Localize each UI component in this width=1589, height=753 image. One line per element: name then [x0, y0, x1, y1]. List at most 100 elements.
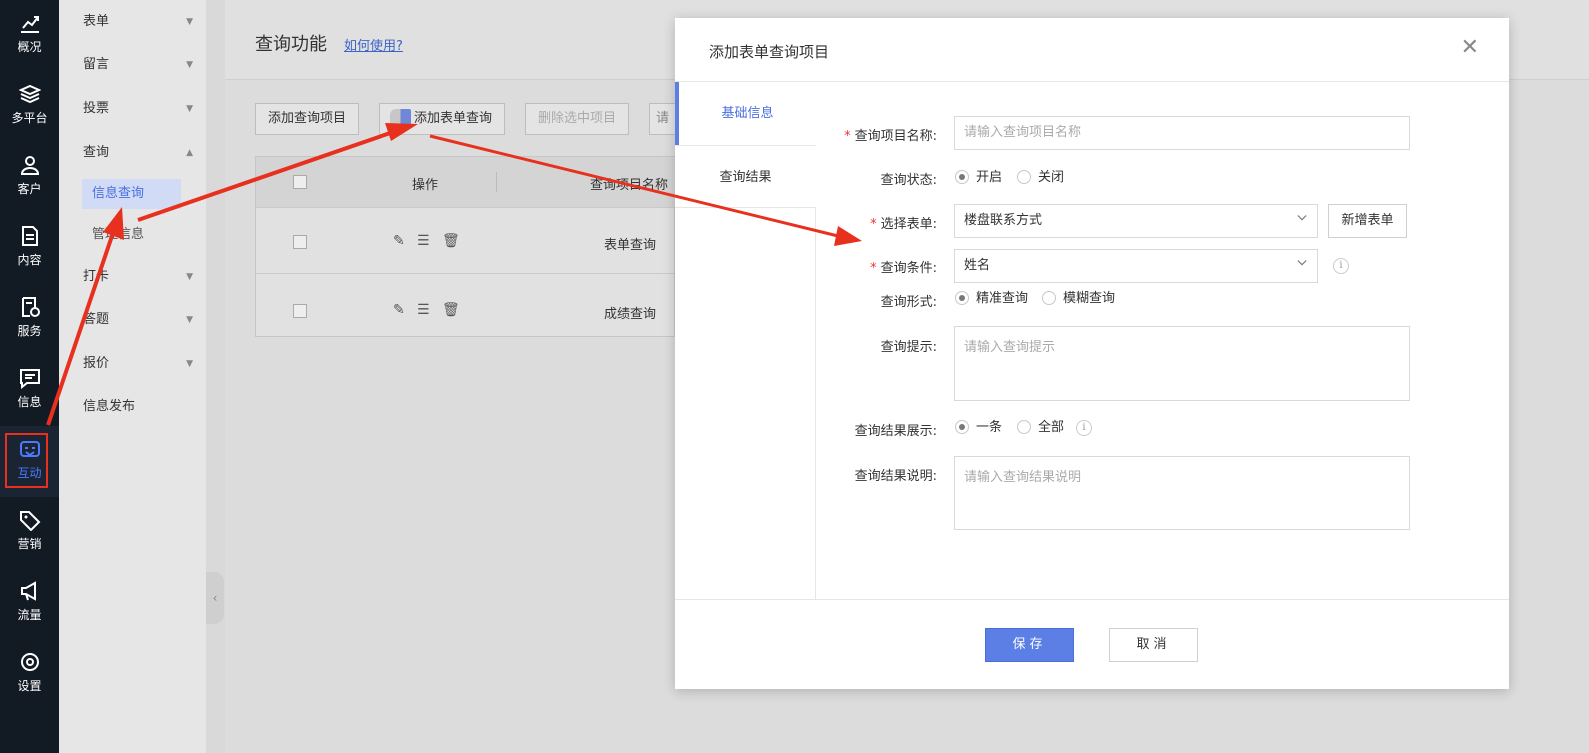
edit-icon[interactable]: ✎: [393, 233, 405, 249]
rail-label: 客户: [17, 182, 42, 196]
new-form-button[interactable]: 新增表单: [1328, 204, 1407, 238]
chevron-down-icon: ▼: [186, 17, 193, 27]
info-icon[interactable]: i: [1076, 420, 1092, 436]
message-icon: [19, 369, 40, 389]
sidebar-subitem-info-query[interactable]: 信息查询: [82, 179, 181, 209]
delete-selected-button[interactable]: 删除选中项目: [525, 103, 629, 135]
row-checkbox[interactable]: [293, 235, 307, 249]
radio-label: 模糊查询: [1063, 291, 1116, 306]
rail-label: 信息: [17, 395, 42, 409]
info-icon[interactable]: i: [1333, 258, 1349, 274]
rail-label: 流量: [17, 608, 42, 622]
sidebar-item-label: 留言: [83, 57, 110, 72]
settings-icon: [20, 653, 39, 671]
dialog-footer: 保存 取消: [675, 599, 1509, 689]
annotation-highlight-box: [5, 433, 48, 488]
display-all-radio[interactable]: 全部: [1017, 420, 1064, 436]
radio-dot: [955, 170, 969, 184]
rail-label: 概况: [17, 40, 42, 54]
delete-icon[interactable]: 🗑: [442, 233, 460, 249]
rail-item-service[interactable]: 服务: [0, 284, 59, 355]
rail-item-customer[interactable]: 客户: [0, 142, 59, 213]
chart-icon: [20, 16, 39, 33]
add-query-item-button[interactable]: 添加查询项目: [255, 103, 359, 135]
chevron-up-icon: ▲: [186, 148, 193, 158]
form-label: * 选择表单:: [675, 213, 937, 232]
rail-item-multiplatform[interactable]: 多平台: [0, 71, 59, 142]
radio-dot: [955, 420, 969, 434]
status-off-radio[interactable]: 关闭: [1017, 170, 1064, 186]
add-form-query-dialog: 添加表单查询项目 ✕ 基础信息 查询结果 * 查询项目名称: 请输入查询项目名称 …: [675, 18, 1509, 689]
rail-label: 服务: [17, 324, 42, 338]
chevron-down-icon: ▼: [186, 60, 193, 70]
rail-label: 内容: [17, 253, 42, 267]
sidebar-item-checkin[interactable]: 打卡 ▼: [83, 266, 193, 288]
detail-icon[interactable]: ☰: [417, 233, 430, 249]
detail-icon[interactable]: ☰: [417, 302, 430, 318]
rail-item-settings[interactable]: 设置: [0, 639, 59, 710]
add-form-query-button[interactable]: 添加表单查询: [379, 103, 505, 135]
row-name: 表单查询: [604, 238, 657, 253]
form-label-text: 选择表单:: [880, 217, 937, 232]
status-on-radio[interactable]: 开启: [955, 170, 1002, 186]
hint-textarea[interactable]: 请输入查询提示: [954, 326, 1410, 401]
display-label: 查询结果展示:: [854, 424, 937, 439]
query-name-input[interactable]: 请输入查询项目名称: [954, 116, 1410, 150]
service-icon: [21, 297, 40, 317]
radio-dot: [1042, 291, 1056, 305]
mode-fuzzy-radio[interactable]: 模糊查询: [1042, 291, 1115, 307]
table-row: ✎ ☰ 🗑 成绩查询: [256, 273, 676, 339]
sidebar-item-label: 报价: [83, 356, 110, 371]
rail-label: 多平台: [11, 111, 48, 125]
document-icon: [21, 226, 38, 246]
sidebar-item-vote[interactable]: 投票 ▼: [83, 98, 193, 120]
condition-select[interactable]: 姓名: [954, 249, 1318, 283]
dialog-title: 添加表单查询项目: [709, 43, 830, 61]
chevron-down-icon: [1297, 260, 1307, 266]
save-button[interactable]: 保存: [985, 628, 1074, 662]
form-select[interactable]: 楼盘联系方式: [954, 204, 1318, 238]
tag-icon: [19, 511, 40, 531]
cancel-button[interactable]: 取消: [1109, 628, 1198, 662]
rail-item-content[interactable]: 内容: [0, 213, 59, 284]
sidebar-subitem-manage-info[interactable]: 管理信息: [82, 220, 181, 250]
rail-item-message[interactable]: 信息: [0, 355, 59, 426]
chevron-left-icon: ‹: [212, 591, 218, 605]
chevron-down-icon: ▼: [186, 272, 193, 282]
rail-label: 设置: [17, 679, 42, 693]
mode-exact-radio[interactable]: 精准查询: [955, 291, 1028, 307]
column-divider: [496, 172, 497, 192]
search-input[interactable]: 请输: [649, 103, 675, 135]
page-title: 查询功能: [255, 34, 327, 55]
condition-label: * 查询条件:: [675, 257, 937, 276]
row-checkbox[interactable]: [293, 304, 307, 318]
edit-icon[interactable]: ✎: [393, 302, 405, 318]
howto-link[interactable]: 如何使用?: [344, 35, 403, 54]
sidebar-item-message[interactable]: 留言 ▼: [83, 54, 193, 76]
radio-label: 关闭: [1038, 170, 1065, 185]
rail-item-traffic[interactable]: 流量: [0, 568, 59, 639]
desc-textarea[interactable]: 请输入查询结果说明: [954, 456, 1410, 530]
select-all-checkbox[interactable]: [293, 175, 307, 189]
sidebar-item-label: 查询: [83, 145, 110, 160]
secondary-sidebar: 表单 ▼ 留言 ▼ 投票 ▼ 查询 ▲ 信息查询 管理信息 打卡 ▼ 答题 ▼ 报价 ▼ 信息…: [59, 0, 206, 753]
user-icon: [20, 156, 39, 175]
sidebar-collapse-handle[interactable]: ‹: [206, 572, 224, 624]
required-mark: *: [844, 129, 851, 144]
sidebar-item-quiz[interactable]: 答题 ▼: [83, 309, 193, 331]
radio-label: 一条: [976, 420, 1003, 435]
sidebar-item-form[interactable]: 表单 ▼: [83, 11, 193, 33]
add-form-query-label: 添加表单查询: [414, 111, 493, 126]
sidebar-item-quote[interactable]: 报价 ▼: [83, 353, 193, 375]
rail-item-marketing[interactable]: 营销: [0, 497, 59, 568]
sidebar-item-query[interactable]: 查询 ▲: [83, 142, 193, 164]
main-nav-rail: 概况 多平台 客户 内容 服务 信息 互动 营销 流量 设置: [0, 0, 59, 753]
rail-item-overview[interactable]: 概况: [0, 0, 59, 71]
chevron-down-icon: ▼: [186, 104, 193, 114]
delete-icon[interactable]: 🗑: [442, 302, 460, 318]
close-icon[interactable]: ✕: [1461, 36, 1479, 60]
sidebar-item-info-publish[interactable]: 信息发布: [83, 396, 193, 418]
sidebar-item-label: 投票: [83, 101, 110, 116]
form-query-icon: [390, 109, 411, 129]
display-one-radio[interactable]: 一条: [955, 420, 1002, 436]
